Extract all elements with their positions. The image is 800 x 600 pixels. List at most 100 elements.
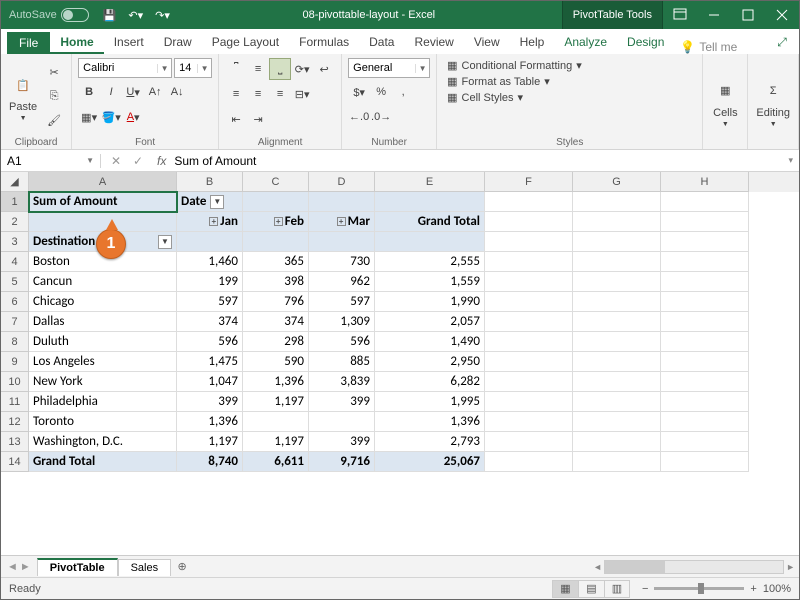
align-bottom-icon[interactable]: ⎵ — [269, 58, 291, 80]
zoom-out-button[interactable]: − — [642, 583, 648, 595]
minimize-icon[interactable] — [697, 1, 731, 29]
cell[interactable] — [573, 292, 661, 312]
font-name-dropdown[interactable]: ▼ — [78, 58, 172, 78]
cell[interactable] — [29, 212, 177, 232]
pivot-row-label[interactable]: Washington, D.C. — [29, 432, 177, 452]
pivot-value-cell[interactable]: 590 — [243, 352, 309, 372]
worksheet-grid[interactable]: ◢ A B C D E F G H 1Sum of AmountDate▼2+J… — [1, 172, 799, 555]
new-sheet-button[interactable]: ⊕ — [171, 560, 193, 573]
pivot-value-cell[interactable]: 398 — [243, 272, 309, 292]
cancel-icon[interactable]: ✕ — [105, 154, 127, 168]
pivot-summary-cell[interactable]: Sum of Amount — [29, 192, 177, 212]
row-header[interactable]: 8 — [1, 332, 29, 352]
cell[interactable] — [661, 432, 749, 452]
zoom-slider[interactable] — [654, 587, 744, 590]
expand-icon[interactable]: + — [337, 217, 346, 226]
cell[interactable] — [661, 272, 749, 292]
cell[interactable] — [573, 392, 661, 412]
shrink-font-button[interactable]: A↓ — [166, 81, 188, 103]
cell[interactable] — [573, 212, 661, 232]
font-color-button[interactable]: A▾ — [122, 106, 144, 128]
row-header[interactable]: 9 — [1, 352, 29, 372]
pivot-value-cell[interactable]: 1,990 — [375, 292, 485, 312]
cell[interactable] — [485, 392, 573, 412]
cell[interactable] — [661, 332, 749, 352]
pivot-grandtotal-value[interactable]: 6,611 — [243, 452, 309, 472]
pivot-row-label[interactable]: Duluth — [29, 332, 177, 352]
align-top-icon[interactable]: ⎴ — [225, 58, 247, 80]
zoom-level[interactable]: 100% — [763, 583, 791, 595]
cell[interactable] — [243, 232, 309, 252]
cell[interactable] — [485, 232, 573, 252]
cell[interactable] — [375, 232, 485, 252]
pivot-grandtotal-header[interactable]: Grand Total — [375, 212, 485, 232]
pivot-value-cell[interactable]: 365 — [243, 252, 309, 272]
save-icon[interactable]: 💾 — [97, 9, 123, 22]
pivot-value-cell[interactable]: 3,839 — [309, 372, 375, 392]
cell[interactable] — [661, 372, 749, 392]
merge-icon[interactable]: ⊟▾ — [291, 83, 313, 105]
pivot-value-cell[interactable]: 399 — [177, 392, 243, 412]
col-header[interactable]: F — [485, 172, 573, 192]
filter-dropdown-icon[interactable]: ▼ — [210, 195, 224, 209]
pivot-value-cell[interactable]: 1,396 — [243, 372, 309, 392]
editing-button[interactable]: ΣEditing▼ — [754, 75, 792, 130]
cell[interactable] — [177, 232, 243, 252]
pivot-value-cell[interactable]: 399 — [309, 392, 375, 412]
cell[interactable] — [243, 192, 309, 212]
tab-help[interactable]: Help — [510, 31, 555, 54]
pivot-value-cell[interactable]: 1,309 — [309, 312, 375, 332]
pivot-value-cell[interactable]: 597 — [177, 292, 243, 312]
row-header[interactable]: 7 — [1, 312, 29, 332]
row-header[interactable]: 14 — [1, 452, 29, 472]
pivot-col-header[interactable]: +Feb — [243, 212, 309, 232]
border-button[interactable]: ▦▾ — [78, 106, 100, 128]
cell[interactable] — [661, 452, 749, 472]
select-all-corner[interactable]: ◢ — [1, 172, 29, 192]
row-header[interactable]: 4 — [1, 252, 29, 272]
pivot-value-cell[interactable]: 374 — [243, 312, 309, 332]
cell[interactable] — [485, 432, 573, 452]
tab-design[interactable]: Design — [617, 31, 674, 54]
pivot-value-cell[interactable]: 597 — [309, 292, 375, 312]
cell[interactable] — [485, 252, 573, 272]
sheet-tab[interactable]: Sales — [118, 559, 172, 576]
pivot-colfield-cell[interactable]: Date▼ — [177, 192, 243, 212]
row-header[interactable]: 2 — [1, 212, 29, 232]
maximize-icon[interactable] — [731, 1, 765, 29]
undo-icon[interactable]: ↶▾ — [122, 9, 149, 22]
pivot-value-cell[interactable]: 399 — [309, 432, 375, 452]
pivot-value-cell[interactable]: 6,282 — [375, 372, 485, 392]
grow-font-button[interactable]: A↑ — [144, 81, 166, 103]
cell[interactable] — [573, 312, 661, 332]
pivot-value-cell[interactable]: 596 — [309, 332, 375, 352]
fill-color-button[interactable]: 🪣▾ — [100, 106, 122, 128]
tab-home[interactable]: Home — [50, 31, 103, 54]
cell[interactable] — [485, 212, 573, 232]
pivot-value-cell[interactable] — [309, 412, 375, 432]
tab-analyze[interactable]: Analyze — [554, 31, 617, 54]
pivot-value-cell[interactable]: 1,460 — [177, 252, 243, 272]
align-left-icon[interactable]: ≡ — [225, 83, 247, 105]
pivot-value-cell[interactable]: 962 — [309, 272, 375, 292]
cell[interactable] — [375, 192, 485, 212]
col-header[interactable]: B — [177, 172, 243, 192]
cell[interactable] — [573, 272, 661, 292]
cell[interactable] — [661, 252, 749, 272]
expand-icon[interactable]: + — [274, 217, 283, 226]
cell[interactable] — [661, 192, 749, 212]
cell[interactable] — [573, 232, 661, 252]
tab-review[interactable]: Review — [404, 31, 463, 54]
horizontal-scrollbar[interactable]: ◄ ► — [593, 560, 799, 574]
tab-pagelayout[interactable]: Page Layout — [202, 31, 289, 54]
pivot-value-cell[interactable]: 885 — [309, 352, 375, 372]
pivot-row-label[interactable]: New York — [29, 372, 177, 392]
cell[interactable] — [661, 412, 749, 432]
conditional-formatting-button[interactable]: ▦Conditional Formatting▾ — [443, 58, 586, 73]
number-format-dropdown[interactable]: ▼ — [348, 58, 430, 78]
row-header[interactable]: 13 — [1, 432, 29, 452]
cell[interactable] — [485, 312, 573, 332]
enter-icon[interactable]: ✓ — [127, 154, 149, 168]
col-header[interactable]: H — [661, 172, 749, 192]
decrease-decimal-icon[interactable]: .0→ — [370, 106, 392, 128]
